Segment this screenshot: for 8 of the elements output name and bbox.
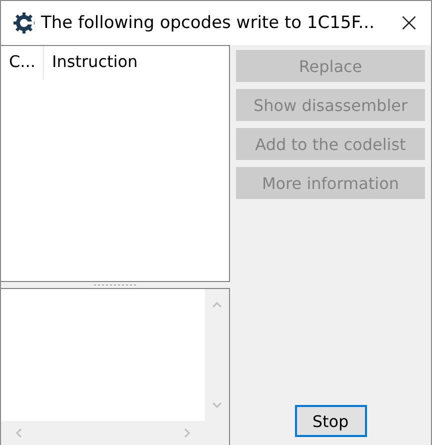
info-text-area[interactable] [1, 289, 205, 421]
column-header[interactable]: Instruction [44, 46, 144, 80]
window-title: The following opcodes write to 1C15F... [41, 13, 376, 33]
stop-button[interactable]: Stop [294, 405, 366, 437]
column-header[interactable]: C... [1, 46, 44, 80]
close-button[interactable]: × [387, 8, 431, 38]
opcode-list[interactable]: C... Instruction [1, 45, 230, 282]
gear-logo-icon [13, 12, 35, 34]
